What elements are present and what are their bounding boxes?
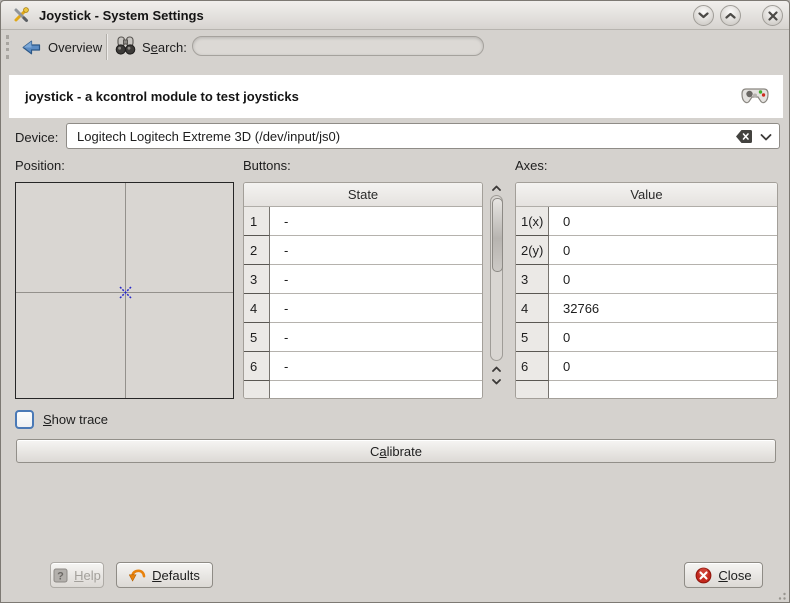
scrollbar-thumb[interactable] bbox=[492, 198, 503, 272]
position-pad bbox=[15, 182, 234, 399]
button-number: 6 bbox=[244, 352, 270, 381]
axis-number: 6 bbox=[516, 352, 549, 381]
axis-number: 1(x) bbox=[516, 207, 549, 236]
close-icon bbox=[768, 11, 778, 21]
axes-table-row: 1(x) 0 bbox=[516, 207, 777, 236]
device-select[interactable]: Logitech Logitech Extreme 3D (/dev/input… bbox=[66, 123, 780, 149]
buttons-table-row: 4 - bbox=[244, 294, 482, 323]
help-label: Help bbox=[74, 568, 101, 583]
joystick-position-marker-icon bbox=[119, 286, 132, 299]
position-label: Position: bbox=[15, 158, 65, 173]
show-trace-checkbox[interactable] bbox=[15, 410, 34, 429]
axis-number: 3 bbox=[516, 265, 549, 294]
overview-button[interactable]: Overview bbox=[18, 33, 106, 61]
axes-table-row: 3 0 bbox=[516, 265, 777, 294]
axis-value: 0 bbox=[549, 207, 777, 236]
button-number: 2 bbox=[244, 236, 270, 265]
undo-defaults-icon bbox=[129, 568, 146, 583]
close-button[interactable]: Close bbox=[684, 562, 763, 588]
help-icon: ? bbox=[53, 568, 68, 583]
window-title: Joystick - System Settings bbox=[39, 8, 204, 23]
joystick-gamepad-icon bbox=[741, 85, 769, 107]
button-state: - bbox=[270, 207, 482, 236]
chevron-down-icon bbox=[698, 12, 709, 19]
dropdown-chevron-icon bbox=[760, 134, 772, 141]
device-select-value: Logitech Logitech Extreme 3D (/dev/input… bbox=[77, 129, 340, 144]
button-number: 5 bbox=[244, 323, 270, 352]
scroll-down-icon[interactable] bbox=[492, 378, 501, 385]
system-settings-icon bbox=[12, 6, 30, 24]
axes-table-row: 4 32766 bbox=[516, 294, 777, 323]
button-state: - bbox=[270, 352, 482, 381]
maximize-button[interactable] bbox=[720, 5, 741, 26]
axes-table-row: 6 0 bbox=[516, 352, 777, 381]
minimize-button[interactable] bbox=[693, 5, 714, 26]
axes-table-column-header: Value bbox=[516, 183, 777, 207]
buttons-table: State 1 - 2 - 3 - 4 bbox=[243, 182, 483, 399]
back-arrow-icon bbox=[22, 39, 41, 56]
calibrate-label: Calibrate bbox=[370, 444, 422, 459]
close-label: Close bbox=[718, 568, 751, 583]
axes-table-row: 2(y) 0 bbox=[516, 236, 777, 265]
buttons-table-column-header: State bbox=[244, 183, 482, 207]
toolbar-drag-handle[interactable] bbox=[6, 35, 9, 59]
button-number: 3 bbox=[244, 265, 270, 294]
axes-table-row-clipped bbox=[516, 381, 777, 399]
buttons-table-row: 3 - bbox=[244, 265, 482, 294]
axes-table-row: 5 0 bbox=[516, 323, 777, 352]
search-binoculars-icon bbox=[114, 35, 137, 57]
device-label: Device: bbox=[15, 130, 58, 145]
axes-table-body: 1(x) 0 2(y) 0 3 0 4 32766 bbox=[516, 207, 777, 399]
buttons-table-body: 1 - 2 - 3 - 4 - 5 bbox=[244, 207, 482, 399]
axis-value: 0 bbox=[549, 265, 777, 294]
calibrate-button[interactable]: Calibrate bbox=[16, 439, 776, 463]
resize-grip[interactable] bbox=[774, 588, 787, 601]
button-state: - bbox=[270, 294, 482, 323]
axis-number: 2(y) bbox=[516, 236, 549, 265]
chevron-up-icon bbox=[725, 12, 736, 19]
buttons-table-row: 1 - bbox=[244, 207, 482, 236]
scroll-up-icon[interactable] bbox=[492, 366, 501, 373]
buttons-table-row: 6 - bbox=[244, 352, 482, 381]
defaults-label: Defaults bbox=[152, 568, 200, 583]
axis-number: 4 bbox=[516, 294, 549, 323]
button-state: - bbox=[270, 323, 482, 352]
buttons-table-row: 5 - bbox=[244, 323, 482, 352]
buttons-table-row: 2 - bbox=[244, 236, 482, 265]
scrollbar-track[interactable] bbox=[490, 195, 503, 361]
close-window-button[interactable] bbox=[762, 5, 783, 26]
button-state: - bbox=[270, 265, 482, 294]
axis-value: 0 bbox=[549, 352, 777, 381]
show-trace-label[interactable]: Show trace bbox=[43, 412, 108, 427]
buttons-label: Buttons: bbox=[243, 158, 291, 173]
button-state: - bbox=[270, 236, 482, 265]
axis-value: 0 bbox=[549, 323, 777, 352]
overview-label: Overview bbox=[48, 40, 102, 55]
clear-text-icon[interactable] bbox=[735, 129, 753, 144]
help-button[interactable]: ? Help bbox=[50, 562, 104, 588]
svg-text:?: ? bbox=[57, 570, 64, 582]
button-number: 1 bbox=[244, 207, 270, 236]
titlebar[interactable]: Joystick - System Settings bbox=[1, 1, 789, 30]
system-settings-window: Joystick - System Settings Overview Sear… bbox=[0, 0, 790, 603]
toolbar-separator bbox=[106, 34, 107, 60]
buttons-scrollbar[interactable] bbox=[488, 182, 505, 399]
close-dialog-icon bbox=[695, 567, 712, 584]
axes-label: Axes: bbox=[515, 158, 548, 173]
defaults-button[interactable]: Defaults bbox=[116, 562, 213, 588]
scroll-up-icon[interactable] bbox=[492, 185, 501, 192]
axes-table: Value 1(x) 0 2(y) 0 3 0 4 bbox=[515, 182, 778, 399]
button-number: 4 bbox=[244, 294, 270, 323]
axis-value: 32766 bbox=[549, 294, 777, 323]
search-label: Search: bbox=[142, 40, 187, 55]
module-header: joystick - a kcontrol module to test joy… bbox=[9, 75, 783, 118]
buttons-table-row-clipped bbox=[244, 381, 482, 399]
module-heading: joystick - a kcontrol module to test joy… bbox=[25, 89, 299, 104]
search-input[interactable] bbox=[192, 36, 484, 56]
axis-value: 0 bbox=[549, 236, 777, 265]
axis-number: 5 bbox=[516, 323, 549, 352]
